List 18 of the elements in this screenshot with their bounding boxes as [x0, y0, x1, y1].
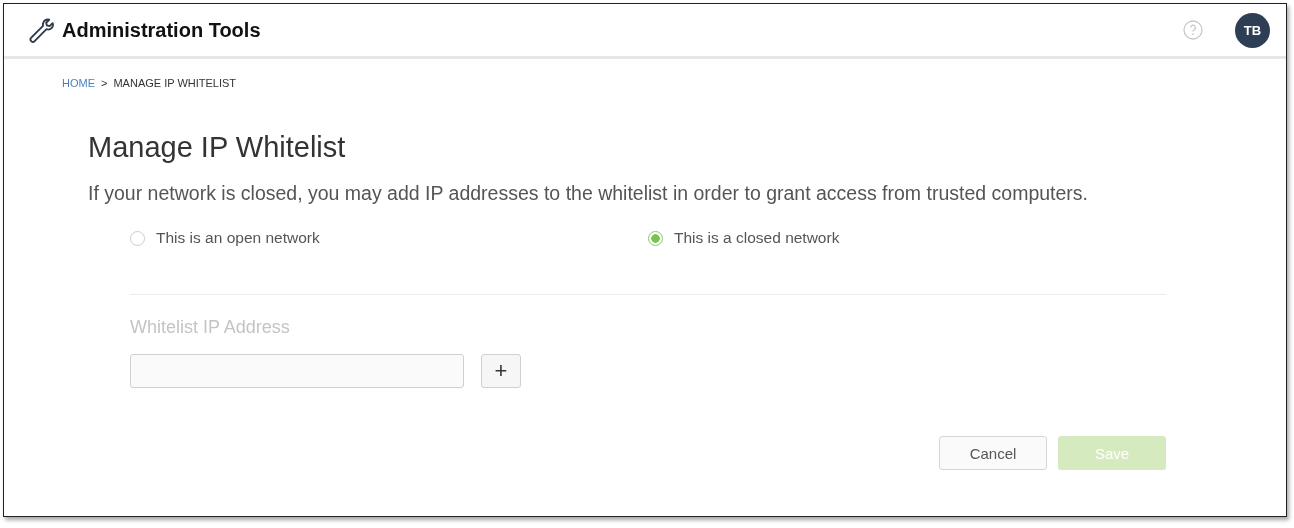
radio-icon[interactable]: [648, 230, 663, 246]
field-label: Whitelist IP Address: [130, 317, 291, 338]
ip-address-field[interactable]: [130, 354, 464, 388]
user-avatar[interactable]: TB: [1235, 12, 1270, 48]
breadcrumb-item: MANAGE IP WHITELIST: [113, 77, 237, 89]
radio-option[interactable]: This is a closed network: [648, 229, 1166, 247]
radio-label: This is an open network: [156, 229, 320, 247]
cancel-button[interactable]: Cancel: [939, 436, 1047, 470]
help-icon[interactable]: [1183, 20, 1203, 40]
page-description: If your network is closed, you may add IP addresses to the whitelist in order to grant access from trusted computers.: [88, 182, 1089, 205]
breadcrumb-link[interactable]: HOME: [62, 77, 95, 89]
wrench-icon: [26, 16, 54, 44]
page-title: Manage IP Whitelist: [88, 131, 347, 164]
radio-label: This is a closed network: [674, 229, 840, 247]
add-button[interactable]: +: [481, 354, 521, 388]
radio-option[interactable]: This is an open network: [130, 229, 648, 247]
app-title: Administration Tools: [62, 18, 261, 42]
breadcrumb-item: >: [101, 77, 108, 89]
